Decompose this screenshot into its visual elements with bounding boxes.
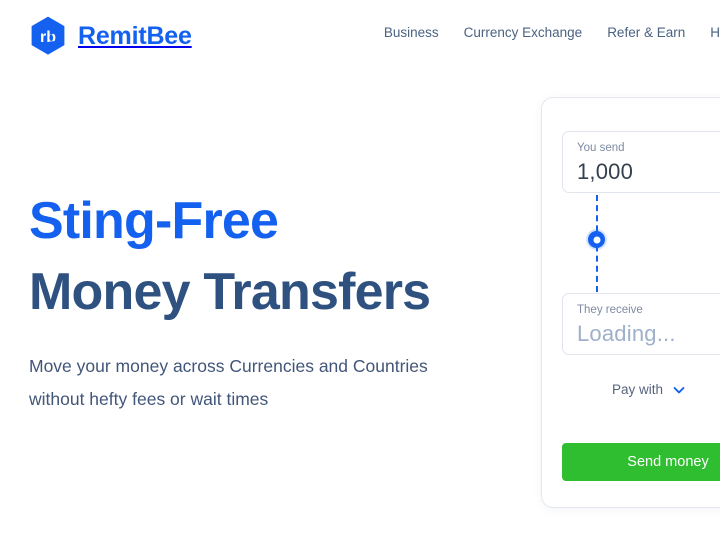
send-money-button[interactable]: Send money [562, 443, 720, 481]
pay-with-selector[interactable]: Pay with [612, 383, 686, 397]
pay-with-label: Pay with [612, 382, 664, 398]
hero-headline-line-1: Sting-Free [29, 192, 279, 250]
nav-item-currency-exchange[interactable]: Currency Exchange [464, 26, 583, 40]
brand-logo-link[interactable]: rb RemitBee [27, 15, 192, 57]
nav-item-refer-and-earn[interactable]: Refer & Earn [607, 26, 685, 40]
they-receive-amount[interactable]: Loading... [577, 318, 720, 350]
nav-item-help[interactable]: Help [710, 26, 720, 40]
they-receive-field[interactable]: They receive Loading... [562, 293, 720, 355]
you-send-amount[interactable]: 1,000 [577, 156, 720, 188]
brand-name: RemitBee [78, 21, 192, 50]
chevron-down-icon[interactable] [672, 383, 686, 397]
transfer-connector-dot-icon [588, 231, 605, 248]
hero-section: Sting-Free Money Transfers Move your mon… [29, 186, 499, 416]
remitbee-hexagon-icon: rb [27, 15, 69, 57]
you-send-label: You send [577, 142, 625, 154]
they-receive-label: They receive [577, 304, 643, 316]
site-header: rb RemitBee Business Currency Exchange R… [0, 0, 720, 70]
hero-headline-line-2: Money Transfers [29, 263, 431, 321]
page-root: rb RemitBee Business Currency Exchange R… [0, 0, 720, 540]
hero-subtext: Move your money across Currencies and Co… [29, 356, 428, 409]
main-navigation: Business Currency Exchange Refer & Earn … [384, 26, 720, 40]
svg-text:rb: rb [40, 29, 56, 46]
you-send-field[interactable]: You send 1,000 [562, 131, 720, 193]
nav-item-business[interactable]: Business [384, 26, 439, 40]
transfer-calculator-card: You send 1,000 They receive Loading... P… [541, 97, 720, 508]
